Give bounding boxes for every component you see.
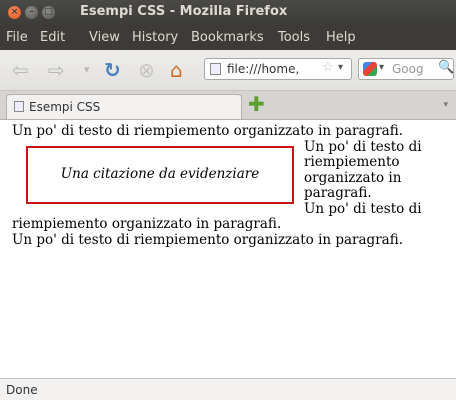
window-title: Esempi CSS - Mozilla Firefox <box>80 4 288 19</box>
bookmark-star-icon[interactable]: ☆ <box>322 60 334 75</box>
forward-arrow-icon[interactable]: ⇨ <box>48 59 65 81</box>
menu-bookmarks[interactable]: Bookmarks <box>191 30 264 45</box>
page-icon <box>210 63 221 75</box>
url-dropdown-icon[interactable]: ▾ <box>338 62 343 73</box>
maximize-icon: □ <box>44 7 53 17</box>
page-icon <box>14 101 24 112</box>
status-text: Done <box>6 383 38 397</box>
reload-icon[interactable]: ↻ <box>104 59 121 81</box>
close-window-button[interactable]: × <box>8 6 21 19</box>
browser-window: × – □ Esempi CSS - Mozilla Firefox File … <box>0 0 456 400</box>
tab-esempi-css[interactable]: Esempi CSS <box>6 94 242 119</box>
maximize-window-button[interactable]: □ <box>42 6 55 19</box>
menu-help[interactable]: Help <box>326 30 356 45</box>
close-icon: × <box>10 7 19 17</box>
title-bar: × – □ Esempi CSS - Mozilla Firefox <box>0 0 456 26</box>
menu-view[interactable]: View <box>89 30 120 45</box>
page-content: Un po' di testo di riempiemento organizz… <box>0 120 456 378</box>
navigation-toolbar: ⇦ ⇨ ▾ ↻ ⊗ ⌂ file:///home, ☆ ▾ ▾ Goog 🔍 <box>0 50 456 91</box>
menu-bar: File Edit View History Bookmarks Tools H… <box>0 26 456 50</box>
stop-icon[interactable]: ⊗ <box>138 59 155 81</box>
search-engine-icon[interactable] <box>363 62 377 76</box>
minimize-icon: – <box>29 7 34 17</box>
minimize-window-button[interactable]: – <box>25 6 38 19</box>
search-bar[interactable]: ▾ Goog 🔍 <box>358 58 454 80</box>
home-icon[interactable]: ⌂ <box>170 59 183 81</box>
search-placeholder[interactable]: Goog <box>392 62 424 76</box>
magnifier-icon[interactable]: 🔍 <box>438 60 454 75</box>
tab-bar: Esempi CSS ✚ ▾ <box>0 91 456 120</box>
url-bar[interactable]: file:///home, ☆ ▾ <box>204 58 352 80</box>
back-arrow-icon[interactable]: ⇦ <box>12 59 29 81</box>
paragraph: Un po' di testo di riempiemento organizz… <box>12 231 403 248</box>
menu-tools[interactable]: Tools <box>278 30 310 45</box>
paragraph: Un po' di testo di riempiemento organizz… <box>12 123 403 139</box>
menu-file[interactable]: File <box>6 30 28 45</box>
highlighted-quote: Una citazione da evidenziare <box>26 145 294 204</box>
tab-label: Esempi CSS <box>29 100 101 114</box>
tab-list-icon[interactable]: ▾ <box>443 100 448 110</box>
plus-icon[interactable]: ✚ <box>248 94 265 114</box>
menu-edit[interactable]: Edit <box>40 30 65 45</box>
search-engine-dropdown-icon[interactable]: ▾ <box>379 62 384 73</box>
menu-history[interactable]: History <box>132 30 178 45</box>
history-dropdown-icon[interactable]: ▾ <box>84 59 90 81</box>
url-text[interactable]: file:///home, <box>227 62 299 76</box>
status-bar: Done <box>0 378 456 400</box>
paragraph: Un po' di testo di riempiemento organizz… <box>12 200 422 232</box>
